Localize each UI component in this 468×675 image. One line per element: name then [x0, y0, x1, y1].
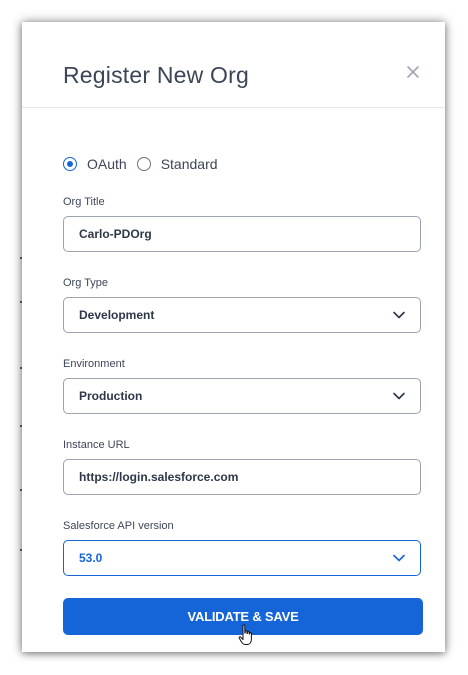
radio-standard[interactable]: Standard [136, 156, 218, 172]
chevron-down-icon [393, 311, 405, 319]
register-org-modal: Register New Org OAuth Standard Org Titl… [22, 22, 445, 652]
modal-header: Register New Org [22, 22, 445, 108]
environment-select[interactable]: Production [63, 378, 421, 414]
hand-pointer-icon [238, 624, 252, 645]
validate-save-label: VALIDATE & SAVE [187, 609, 299, 624]
api-version-select[interactable]: 53.0 [63, 540, 421, 576]
org-type-label: Org Type [63, 277, 109, 289]
org-title-input[interactable]: Carlo-PDOrg [63, 216, 421, 252]
org-title-value: Carlo-PDOrg [79, 227, 152, 241]
close-icon[interactable] [405, 64, 421, 80]
radio-oauth-label[interactable]: OAuth [87, 156, 127, 172]
environment-value: Production [79, 389, 143, 403]
api-version-value: 53.0 [79, 551, 103, 565]
instance-url-label: Instance URL [63, 439, 130, 451]
environment-label: Environment [63, 358, 125, 370]
org-title-label: Org Title [63, 196, 105, 208]
modal-title: Register New Org [63, 62, 249, 88]
instance-url-input[interactable]: https://login.salesforce.com [63, 459, 421, 495]
instance-url-value: https://login.salesforce.com [79, 470, 239, 484]
chevron-down-icon [393, 392, 405, 400]
auth-type-radio-group: OAuth Standard [63, 156, 228, 172]
api-version-label: Salesforce API version [63, 520, 174, 532]
radio-standard-label[interactable]: Standard [161, 156, 218, 172]
chevron-down-icon [393, 554, 405, 562]
radio-oauth[interactable]: OAuth [63, 156, 127, 172]
org-type-value: Development [79, 308, 155, 322]
radio-oauth-indicator[interactable] [63, 157, 77, 171]
radio-standard-indicator[interactable] [136, 157, 151, 171]
org-type-select[interactable]: Development [63, 297, 421, 333]
